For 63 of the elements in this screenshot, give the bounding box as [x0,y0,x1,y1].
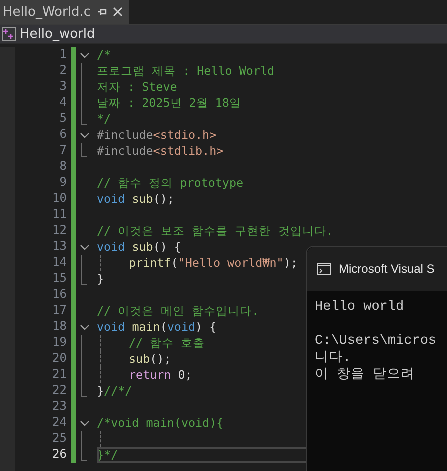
line-number: 13 [52,239,67,255]
code-line: }//*/ [97,383,132,399]
line-number: 26 [52,447,67,463]
code-line: printf("Hello world₩n"); [129,255,298,271]
code-line: // 함수 호출 [129,335,206,351]
line-number: 9 [58,175,67,191]
code-line: sub(); [129,351,172,367]
code-line: void main(void) { [97,319,217,335]
code-line: 프로그램 제목 : Hello World [97,63,275,79]
console-text: 이 창을 닫으려 [315,367,416,384]
code-line: // 이것은 메인 함수입니다. [97,303,260,319]
project-name[interactable]: Hello_world [20,26,96,42]
line-number: 8 [58,159,67,175]
line-number: 19 [52,335,67,351]
code-line: // 이것은 보조 함수를 구현한 것입니다. [97,223,334,239]
code-line: /* [97,47,112,63]
line-number: 14 [52,255,67,271]
close-icon[interactable] [113,7,123,17]
pin-icon[interactable] [97,7,107,17]
line-number: 12 [52,223,67,239]
console-text: Hello world [315,299,406,316]
line-number: 6 [58,127,67,143]
line-number: 25 [52,431,67,447]
code-line: #include<stdio.h> [97,127,217,143]
line-number: 24 [52,415,67,431]
line-number: 5 [58,111,67,127]
line-number: 22 [52,383,67,399]
line-number: 15 [52,271,67,287]
collapse-icon[interactable] [80,421,90,426]
line-number: 18 [52,319,67,335]
line-number: 23 [52,399,67,415]
code-line: // 함수 정의 prototype [97,175,244,191]
code-line: 저자 : Steve [97,79,178,95]
line-number: 1 [58,47,67,63]
collapse-icon[interactable] [80,133,90,138]
line-number: 11 [52,207,67,223]
file-tab[interactable]: Hello_World.c [0,0,129,24]
code-line: #include<stdlib.h> [97,143,224,159]
console-title: Microsoft Visual S [339,262,435,276]
console-text: 니다. [315,350,352,367]
code-line: } [97,271,104,287]
line-number: 4 [58,95,67,111]
line-number: 10 [52,191,67,207]
line-number: 16 [52,287,67,303]
line-number: 20 [52,351,67,367]
code-line: void sub() { [97,239,182,255]
code-line: */ [97,111,112,127]
code-line: /*void main(void){ [97,415,224,431]
console-text: C:\Users\micros [315,333,438,350]
line-number: 17 [52,303,67,319]
code-line: void sub(); [97,191,174,207]
collapse-icon[interactable] [80,53,90,58]
code-line: return 0; [129,367,192,383]
code-line: }*/ [97,447,118,463]
console-icon [317,263,331,275]
code-line: 날짜 : 2025년 2월 18일 [97,95,242,111]
line-number: 3 [58,79,67,95]
line-number: 7 [58,143,67,159]
collapse-icon[interactable] [80,245,90,250]
line-number: 2 [58,63,67,79]
project-icon [2,27,16,41]
collapse-icon[interactable] [80,325,90,330]
line-number: 21 [52,367,67,383]
